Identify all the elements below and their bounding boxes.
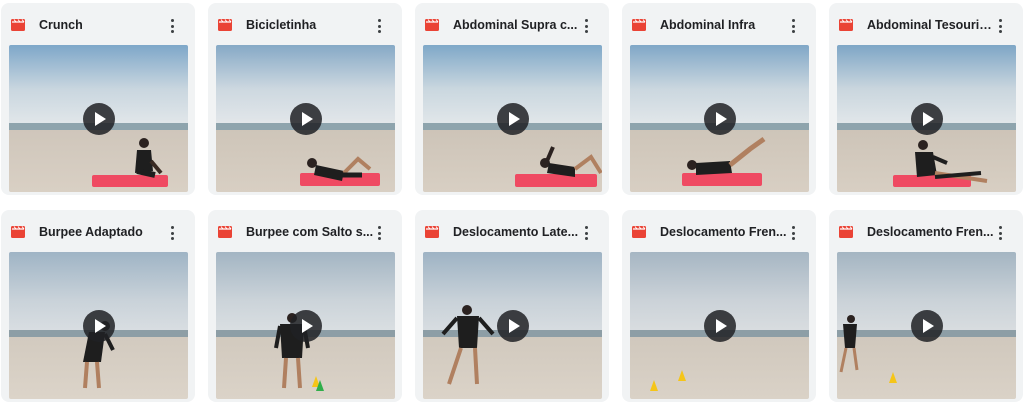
more-vert-icon[interactable] — [785, 17, 801, 35]
video-title: Abdominal Supra c... — [453, 18, 578, 32]
video-card-bicicletinha[interactable]: Bicicletinha — [208, 3, 402, 195]
card-header: Burpee Adaptado — [1, 210, 195, 250]
video-title: Abdominal Infra — [660, 18, 756, 32]
play-icon[interactable] — [703, 309, 736, 342]
video-title: Crunch — [39, 18, 83, 32]
video-title: Burpee com Salto s... — [246, 225, 374, 239]
more-vert-icon[interactable] — [992, 224, 1008, 242]
video-thumbnail[interactable] — [9, 45, 188, 192]
video-grid: Crunch Bicicletinha Abdominal Supra c...… — [0, 0, 1024, 402]
video-title: Abdominal Tesourin... — [867, 18, 995, 32]
card-header: Deslocamento Fren... — [829, 210, 1023, 250]
video-thumbnail[interactable] — [630, 252, 809, 399]
more-vert-icon[interactable] — [164, 224, 180, 242]
film-icon — [632, 226, 646, 238]
video-thumbnail[interactable] — [630, 45, 809, 192]
video-thumbnail[interactable] — [837, 45, 1016, 192]
video-card-deslocamento-frente-1[interactable]: Deslocamento Fren... — [622, 210, 816, 402]
card-header: Abdominal Tesourin... — [829, 3, 1023, 43]
video-title: Bicicletinha — [246, 18, 317, 32]
play-icon[interactable] — [496, 102, 529, 135]
more-vert-icon[interactable] — [578, 224, 594, 242]
video-card-crunch[interactable]: Crunch — [1, 3, 195, 195]
video-card-deslocamento-frente-2[interactable]: Deslocamento Fren... — [829, 210, 1023, 402]
film-icon — [218, 226, 232, 238]
more-vert-icon[interactable] — [371, 224, 387, 242]
video-title: Deslocamento Late... — [453, 225, 579, 239]
play-icon[interactable] — [703, 102, 736, 135]
play-icon[interactable] — [910, 102, 943, 135]
play-icon[interactable] — [289, 309, 322, 342]
play-icon[interactable] — [496, 309, 529, 342]
video-card-burpee-adaptado[interactable]: Burpee Adaptado — [1, 210, 195, 402]
card-header: Deslocamento Fren... — [622, 210, 816, 250]
card-header: Abdominal Supra c... — [415, 3, 609, 43]
film-icon — [11, 226, 25, 238]
film-icon — [11, 19, 25, 31]
video-thumbnail[interactable] — [216, 45, 395, 192]
more-vert-icon[interactable] — [992, 17, 1008, 35]
play-icon[interactable] — [82, 102, 115, 135]
video-thumbnail[interactable] — [216, 252, 395, 399]
film-icon — [839, 19, 853, 31]
more-vert-icon[interactable] — [371, 17, 387, 35]
video-card-abdominal-supra[interactable]: Abdominal Supra c... — [415, 3, 609, 195]
card-header: Abdominal Infra — [622, 3, 816, 43]
card-header: Bicicletinha — [208, 3, 402, 43]
video-card-burpee-salto[interactable]: Burpee com Salto s... — [208, 210, 402, 402]
video-thumbnail[interactable] — [423, 252, 602, 399]
more-vert-icon[interactable] — [578, 17, 594, 35]
play-icon[interactable] — [82, 309, 115, 342]
film-icon — [425, 226, 439, 238]
more-vert-icon[interactable] — [164, 17, 180, 35]
video-title: Deslocamento Fren... — [660, 225, 787, 239]
video-card-deslocamento-lateral[interactable]: Deslocamento Late... — [415, 210, 609, 402]
video-thumbnail[interactable] — [837, 252, 1016, 399]
play-icon[interactable] — [910, 309, 943, 342]
video-title: Burpee Adaptado — [39, 225, 143, 239]
video-card-abdominal-infra[interactable]: Abdominal Infra — [622, 3, 816, 195]
play-icon[interactable] — [289, 102, 322, 135]
card-header: Burpee com Salto s... — [208, 210, 402, 250]
card-header: Crunch — [1, 3, 195, 43]
film-icon — [218, 19, 232, 31]
card-header: Deslocamento Late... — [415, 210, 609, 250]
video-thumbnail[interactable] — [423, 45, 602, 192]
video-title: Deslocamento Fren... — [867, 225, 994, 239]
film-icon — [425, 19, 439, 31]
film-icon — [839, 226, 853, 238]
video-card-abdominal-tesoura[interactable]: Abdominal Tesourin... — [829, 3, 1023, 195]
film-icon — [632, 19, 646, 31]
more-vert-icon[interactable] — [785, 224, 801, 242]
video-thumbnail[interactable] — [9, 252, 188, 399]
